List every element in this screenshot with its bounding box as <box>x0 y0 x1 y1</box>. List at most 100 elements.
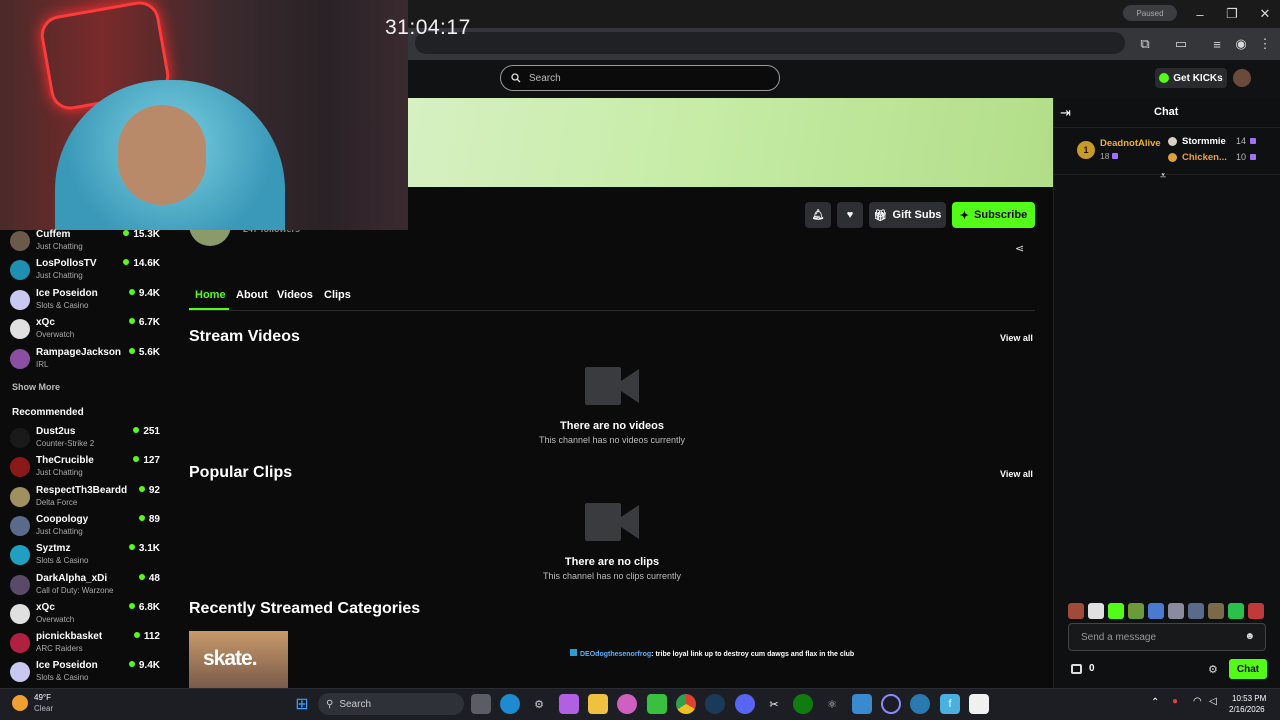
sidebar-channel-item[interactable]: Cuffem Just Chatting 15.3K <box>10 229 160 255</box>
sidebar-channel-item[interactable]: Dust2us Counter-Strike 2 251 <box>10 426 160 452</box>
emote-icon[interactable] <box>1108 603 1124 619</box>
gift-subs-button[interactable]: 🎁︎ Gift Subs <box>869 202 946 228</box>
collapse-chat-icon[interactable]: ⇥ <box>1060 105 1071 121</box>
user-avatar[interactable] <box>1233 69 1251 87</box>
taskbar-search[interactable]: ⚲ Search <box>318 693 464 715</box>
app-atom-icon[interactable]: ⚛ <box>822 694 842 714</box>
sidebar-channel-item[interactable]: RampageJackson IRL 5.6K <box>10 347 160 373</box>
sidebar-channel-item[interactable]: Syztmz Slots & Casino 3.1K <box>10 543 160 569</box>
discord-icon[interactable] <box>735 694 755 714</box>
stream-timer: 31:04:17 <box>385 16 471 39</box>
xbox-icon[interactable] <box>793 694 813 714</box>
app-ring-icon[interactable] <box>881 694 901 714</box>
emote-icon[interactable] <box>1228 603 1244 619</box>
notification-bell-button[interactable]: 🔔︎ <box>805 202 831 228</box>
extensions-icon[interactable]: ⧉ <box>1136 35 1154 53</box>
tab-home[interactable]: Home <box>195 289 226 301</box>
tray-chevron-icon[interactable]: ⌃ <box>1151 697 1159 708</box>
profile-paused-badge[interactable]: Paused <box>1123 5 1177 21</box>
tab-videos[interactable]: Videos <box>277 289 313 301</box>
weather-widget[interactable]: 49°F Clear <box>12 693 72 715</box>
leaderboard-first[interactable]: 1 DeadnotAlive 18 <box>1077 137 1165 165</box>
tab-about[interactable]: About <box>236 289 268 301</box>
leaderboard-third[interactable]: Chicken... 10 <box>1168 152 1260 166</box>
emote-icon[interactable] <box>1188 603 1204 619</box>
channel-points[interactable]: 0 <box>1071 663 1095 674</box>
channel-name: DarkAlpha_xDi <box>36 572 108 584</box>
windows-start-icon[interactable]: ⊞ <box>292 694 312 714</box>
chat-send-button[interactable]: Chat <box>1229 659 1267 679</box>
popular-clips-view-all[interactable]: View all <box>1000 469 1033 479</box>
volume-icon[interactable]: ◁ <box>1209 696 1217 707</box>
tab-clips[interactable]: Clips <box>324 289 351 301</box>
channel-name: Ice Poseidon <box>36 287 98 299</box>
chat-settings-icon[interactable]: ⚙ <box>1208 663 1218 676</box>
emote-icon[interactable] <box>1248 603 1264 619</box>
category-card-skate[interactable]: skate. <box>189 631 288 688</box>
sparkle-icon: ✦ <box>959 209 970 222</box>
emote-icon[interactable] <box>1148 603 1164 619</box>
edge-icon[interactable] <box>500 694 520 714</box>
wifi-icon[interactable]: ◠ <box>1193 696 1202 707</box>
emote-icon[interactable] <box>1208 603 1224 619</box>
leaderboard-second[interactable]: Stormmie 14 <box>1168 136 1260 150</box>
itunes-icon[interactable] <box>617 694 637 714</box>
emoji-picker-icon[interactable]: ☻ <box>1244 631 1255 642</box>
show-more-link[interactable]: Show More <box>12 382 60 392</box>
media-controls-icon[interactable]: ≡ <box>1208 35 1226 53</box>
clock-date[interactable]: 2/16/2026 <box>1229 705 1265 714</box>
no-videos-title: There are no videos <box>560 420 664 432</box>
task-view-icon[interactable] <box>471 694 491 714</box>
browser-menu-icon[interactable]: ⋮ <box>1256 35 1274 53</box>
sidebar-channel-item[interactable]: Ice Poseidon Slots & Casino 9.4K <box>10 660 160 686</box>
maximize-icon[interactable]: ❐ <box>1223 5 1241 23</box>
address-bar[interactable] <box>415 32 1125 54</box>
app-blue-icon[interactable] <box>910 694 930 714</box>
microphone-icon[interactable]: ● <box>1172 696 1178 707</box>
copilot-icon[interactable] <box>559 694 579 714</box>
sidebar-channel-item[interactable]: xQc Overwatch 6.8K <box>10 602 160 628</box>
notepad-icon[interactable] <box>969 694 989 714</box>
emote-icon[interactable] <box>1128 603 1144 619</box>
sidebar-channel-item[interactable]: xQc Overwatch 6.7K <box>10 317 160 343</box>
profile-avatar-icon[interactable]: ◉ <box>1232 35 1250 53</box>
popular-clips-title: Popular Clips <box>189 464 293 481</box>
subscribe-button[interactable]: ✦ Subscribe <box>952 202 1035 228</box>
stream-videos-view-all[interactable]: View all <box>1000 333 1033 343</box>
sidebar-channel-item[interactable]: TheCrucible Just Chatting 127 <box>10 455 160 481</box>
capcut-icon[interactable]: ✂ <box>764 694 784 714</box>
app-f-icon[interactable]: f <box>940 694 960 714</box>
chrome-icon[interactable] <box>676 694 696 714</box>
search-placeholder: Search <box>529 72 561 84</box>
settings-icon[interactable]: ⚙ <box>529 694 549 714</box>
share-icon[interactable]: ⋖ <box>1015 242 1024 255</box>
channel-category: Slots & Casino <box>36 300 89 310</box>
sidebar-channel-item[interactable]: DarkAlpha_xDi Call of Duty: Warzone 48 <box>10 573 160 599</box>
viewer-count: 5.6K <box>129 347 160 358</box>
app-green-icon[interactable] <box>647 694 667 714</box>
expand-leaderboard-icon[interactable]: ⩡ <box>1160 170 1166 183</box>
sidebar-channel-item[interactable]: picnickbasket ARC Raiders 112 <box>10 631 160 657</box>
clock-time[interactable]: 10:53 PM <box>1232 694 1266 703</box>
steam-icon[interactable] <box>705 694 725 714</box>
photos-icon[interactable] <box>852 694 872 714</box>
chat-panel <box>1053 98 1280 688</box>
channel-category: Counter-Strike 2 <box>36 439 95 448</box>
sidebar-channel-item[interactable]: RespectTh3Beardd Delta Force 92 <box>10 485 160 511</box>
close-icon[interactable]: ✕ <box>1256 5 1274 23</box>
sidebar-channel-item[interactable]: Ice Poseidon Slots & Casino 9.4K <box>10 288 160 314</box>
emote-icon[interactable] <box>1168 603 1184 619</box>
sidebar-channel-item[interactable]: Coopology Just Chatting 89 <box>10 514 160 540</box>
emote-icon[interactable] <box>1068 603 1084 619</box>
search-input[interactable]: Search <box>500 65 780 91</box>
get-kicks-button[interactable]: Get KICKs <box>1155 68 1227 88</box>
split-view-icon[interactable]: ▭ <box>1172 35 1190 53</box>
minimize-icon[interactable]: – <box>1191 5 1209 23</box>
sidebar-channel-item[interactable]: LosPollosTV Just Chatting 14.6K <box>10 258 160 284</box>
file-explorer-icon[interactable] <box>588 694 608 714</box>
follow-heart-button[interactable]: ♥ <box>837 202 863 228</box>
channel-avatar <box>10 603 30 624</box>
chat-input-placeholder: Send a message <box>1081 631 1157 643</box>
chat-message-input[interactable]: Send a message ☻ <box>1068 623 1266 651</box>
emote-icon[interactable] <box>1088 603 1104 619</box>
